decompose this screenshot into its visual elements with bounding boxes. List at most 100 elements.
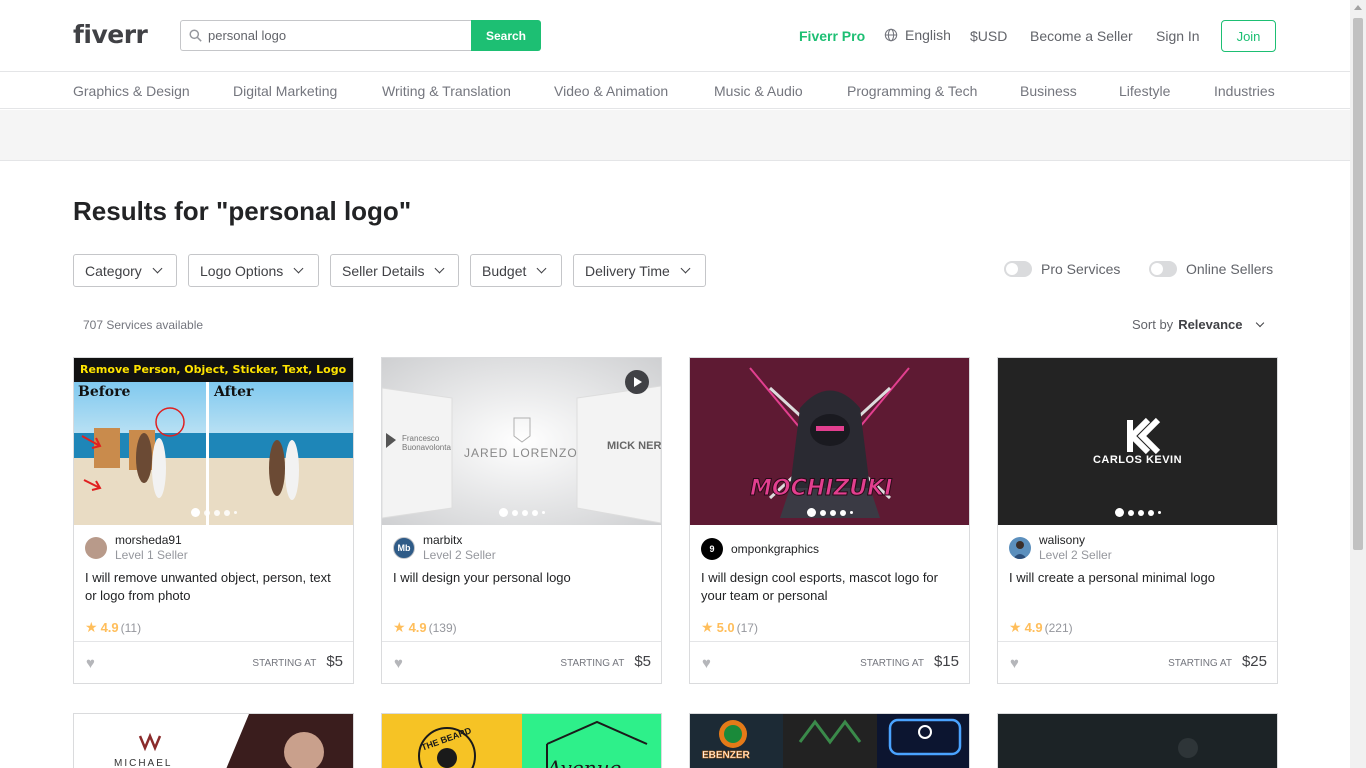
review-count: (139) (428, 620, 457, 635)
sign-in-link[interactable]: Sign In (1156, 28, 1200, 44)
seller-name[interactable]: walisony (1039, 533, 1112, 548)
search-box[interactable] (180, 20, 471, 51)
category-industries[interactable]: Industries (1214, 83, 1275, 99)
review-count: (17) (736, 620, 758, 635)
heart-icon[interactable]: ♥ (86, 655, 95, 672)
filter-label: Logo Options (200, 262, 284, 279)
category-lifestyle[interactable]: Lifestyle (1119, 83, 1170, 99)
gig-thumbnail[interactable]: MOCHIZUKI (690, 358, 969, 525)
avatar[interactable] (85, 537, 107, 559)
avatar[interactable] (1009, 537, 1031, 559)
language-selector[interactable]: English (884, 27, 951, 43)
gig-price[interactable]: STARTING AT $15 (860, 653, 959, 670)
gig-card[interactable] (997, 713, 1278, 768)
gig-card[interactable]: MICHAEL (73, 713, 354, 768)
toggle-label: Pro Services (1041, 260, 1121, 277)
toggle-switch[interactable] (1149, 260, 1177, 277)
gig-card[interactable]: CARLOS KEVIN walisony Level 2 Seller I w… (997, 357, 1278, 684)
category-business[interactable]: Business (1020, 83, 1077, 99)
filter-seller-details[interactable]: Seller Details (330, 254, 459, 287)
seller-level: Level 1 Seller (115, 548, 188, 562)
filter-category[interactable]: Category (73, 254, 177, 287)
gig-rating: ★ 5.0 (17) (701, 619, 758, 636)
filter-label: Budget (482, 262, 527, 279)
starting-at-label: STARTING AT (560, 658, 625, 669)
currency-selector[interactable]: $USD (970, 28, 1007, 44)
sort-dropdown[interactable]: Sort by Relevance (1132, 317, 1264, 332)
avatar[interactable]: Mb (393, 537, 415, 559)
toggle-switch[interactable] (1004, 260, 1032, 277)
gig-thumbnail[interactable]: CARLOS KEVIN (998, 358, 1277, 525)
thumb-text-left: Francesco Buonavolonta (402, 434, 451, 452)
category-digital-marketing[interactable]: Digital Marketing (233, 83, 337, 99)
star-icon: ★ (85, 619, 98, 635)
card-footer: ♥ STARTING AT $5 (74, 641, 353, 683)
category-graphics-design[interactable]: Graphics & Design (73, 83, 190, 99)
category-music-audio[interactable]: Music & Audio (714, 83, 803, 99)
thumb-text-center: JARED LORENZO (464, 446, 578, 460)
sort-label: Sort by (1132, 317, 1174, 332)
seller-name[interactable]: omponkgraphics (731, 542, 819, 557)
gig-card[interactable]: THE BEARD Avenue (381, 713, 662, 768)
search-bar: Search (180, 20, 541, 51)
join-button[interactable]: Join (1221, 20, 1276, 52)
heart-icon[interactable]: ♥ (702, 655, 711, 672)
gig-card[interactable]: MOCHIZUKI 9 omponkgraphics I will design… (689, 357, 970, 684)
star-icon: ★ (701, 619, 714, 635)
play-icon[interactable] (625, 370, 649, 394)
fiverr-pro-link[interactable]: Fiverr Pro (799, 28, 865, 44)
category-video-animation[interactable]: Video & Animation (554, 83, 668, 99)
gig-thumbnail[interactable]: JARED LORENZO Francesco Buonavolonta MIC… (382, 358, 661, 525)
gig-card[interactable]: JARED LORENZO Francesco Buonavolonta MIC… (381, 357, 662, 684)
chevron-down-icon (435, 263, 445, 274)
gig-price[interactable]: STARTING AT $25 (1168, 653, 1267, 670)
category-writing-translation[interactable]: Writing & Translation (382, 83, 511, 99)
carousel-dots[interactable] (382, 508, 661, 517)
card-footer: ♥ STARTING AT $15 (690, 641, 969, 683)
fiverr-logo[interactable]: fiverr (73, 20, 148, 49)
filter-delivery-time[interactable]: Delivery Time (573, 254, 706, 287)
thumb-text: EBENZER (702, 750, 750, 762)
avatar[interactable]: 9 (701, 538, 723, 560)
thumb-text: MICHAEL (114, 758, 173, 768)
gig-card[interactable]: EBENZER (689, 713, 970, 768)
gig-thumbnail[interactable]: Remove Person, Object, Sticker, Text, Lo… (74, 358, 353, 525)
gig-card[interactable]: Remove Person, Object, Sticker, Text, Lo… (73, 357, 354, 684)
starting-at-label: STARTING AT (252, 658, 317, 669)
filter-logo-options[interactable]: Logo Options (188, 254, 319, 287)
seller-name[interactable]: morsheda91 (115, 533, 188, 548)
category-programming-tech[interactable]: Programming & Tech (847, 83, 977, 99)
card-footer: ♥ STARTING AT $5 (382, 641, 661, 683)
top-header: fiverr Search Fiverr Pro English $USD Be… (0, 0, 1350, 72)
scroll-up-icon[interactable] (1354, 5, 1362, 10)
seller-info[interactable]: morsheda91 Level 1 Seller (85, 533, 188, 563)
seller-info[interactable]: Mb marbitx Level 2 Seller (393, 533, 496, 563)
rating-value: 4.9 (408, 620, 427, 635)
carousel-dots[interactable] (998, 508, 1277, 517)
heart-icon[interactable]: ♥ (1010, 655, 1019, 672)
gig-price[interactable]: STARTING AT $5 (252, 653, 343, 670)
carousel-dots[interactable] (74, 508, 353, 517)
seller-info[interactable]: walisony Level 2 Seller (1009, 533, 1112, 563)
seller-name[interactable]: marbitx (423, 533, 496, 548)
gig-title[interactable]: I will remove unwanted object, person, t… (85, 569, 343, 605)
gig-title[interactable]: I will design cool esports, mascot logo … (701, 569, 959, 605)
heart-icon[interactable]: ♥ (394, 655, 403, 672)
gig-image (998, 358, 1277, 525)
toggle-online-sellers[interactable]: Online Sellers (1149, 260, 1273, 277)
chevron-down-icon (536, 263, 547, 274)
starting-at-label: STARTING AT (1168, 658, 1232, 669)
gig-price[interactable]: STARTING AT $5 (560, 653, 651, 670)
search-input[interactable] (208, 28, 448, 43)
gig-title[interactable]: I will design your personal logo (393, 569, 651, 587)
become-seller-link[interactable]: Become a Seller (1030, 28, 1133, 44)
page-scrollbar[interactable] (1350, 0, 1366, 768)
carousel-dots[interactable] (690, 508, 969, 517)
rating-value: 4.9 (100, 620, 119, 635)
gig-title[interactable]: I will create a personal minimal logo (1009, 569, 1267, 587)
filter-budget[interactable]: Budget (470, 254, 562, 287)
search-button[interactable]: Search (471, 20, 541, 51)
toggle-pro-services[interactable]: Pro Services (1004, 260, 1120, 277)
scrollbar-thumb[interactable] (1353, 18, 1363, 550)
seller-info[interactable]: 9 omponkgraphics (701, 538, 819, 560)
